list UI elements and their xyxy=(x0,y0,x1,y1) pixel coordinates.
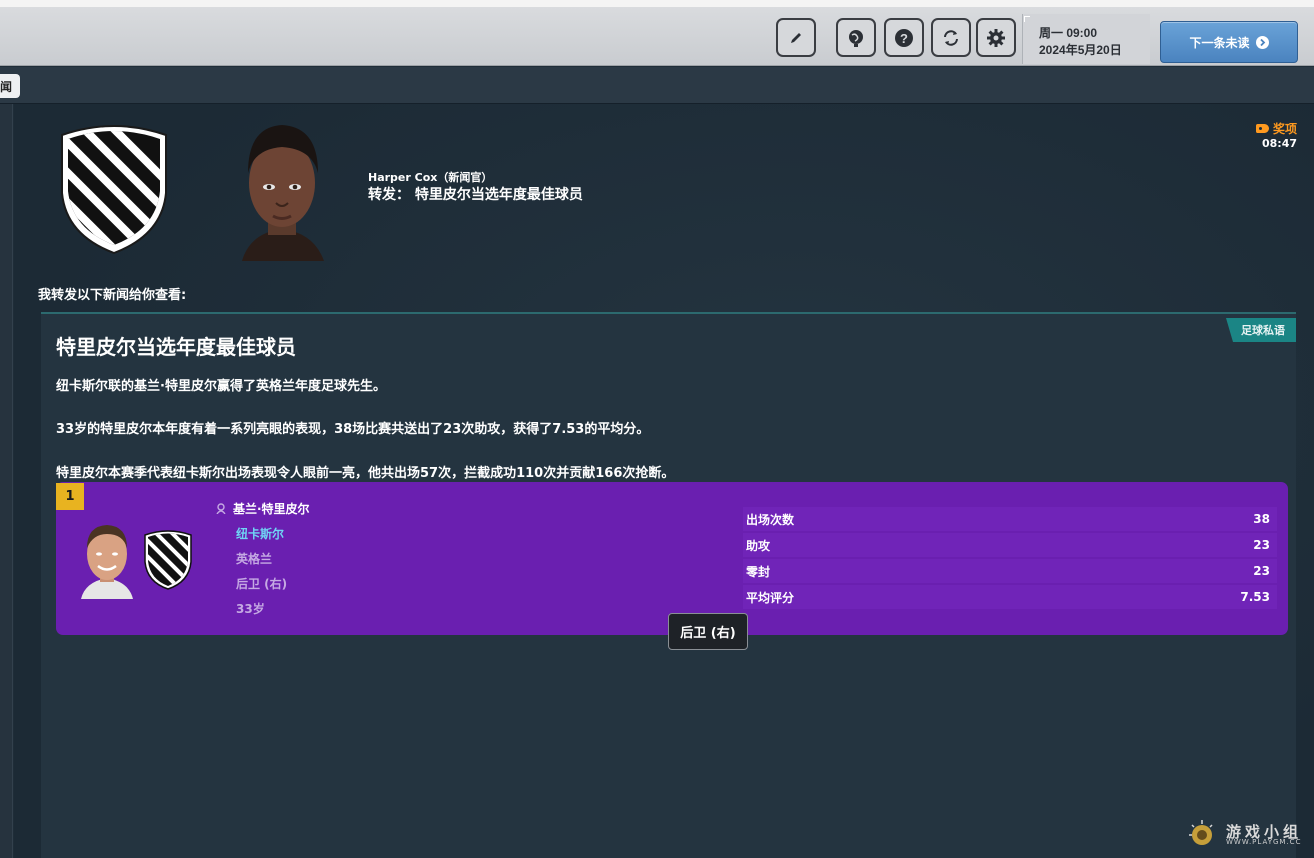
edit-button[interactable] xyxy=(776,18,816,57)
position-tooltip: 后卫 (右) xyxy=(668,613,748,650)
message-subject: 转发： 特里皮尔当选年度最佳球员 xyxy=(368,187,583,203)
site-watermark: 游戏小组 WWW.PLAYGM.CC xyxy=(1186,818,1304,852)
settings-button[interactable] xyxy=(976,18,1016,57)
watermark-logo-icon xyxy=(1189,820,1213,845)
player-nation[interactable]: 英格兰 xyxy=(236,550,272,567)
awards-category[interactable]: 奖项 xyxy=(1255,120,1297,137)
player-club-badge-icon xyxy=(144,530,192,590)
arrow-right-icon xyxy=(1255,35,1269,49)
article-source-tag: 足球私语 xyxy=(1226,318,1296,342)
refresh-icon xyxy=(944,29,958,46)
stat-label: 零封 xyxy=(746,564,771,579)
club-badge-icon xyxy=(61,125,167,255)
watermark-url: WWW.PLAYGM.CC xyxy=(1226,838,1302,846)
article-paragraph-3: 特里皮尔本赛季代表纽卡斯尔出场表现令人眼前一亮，他共出场57次，拦截成功110次… xyxy=(56,466,675,481)
next-unread-label: 下一条未读 xyxy=(1189,35,1250,50)
player-name-text: 基兰·特里皮尔 xyxy=(233,502,310,516)
stat-value: 23 xyxy=(1253,538,1270,552)
gear-icon xyxy=(987,28,1005,47)
stat-row-clean-sheets: 零封 23 xyxy=(743,559,1277,583)
press-officer-portrait xyxy=(242,125,324,261)
stat-value: 23 xyxy=(1253,564,1270,578)
stat-label: 平均评分 xyxy=(746,590,795,605)
stat-value: 38 xyxy=(1253,512,1270,526)
stat-label: 出场次数 xyxy=(746,512,795,527)
article-paragraph-2: 33岁的特里皮尔本年度有着一系列亮眼的表现，38场比赛共送出了23次助攻，获得了… xyxy=(56,422,650,437)
next-unread-button[interactable]: 下一条未读 xyxy=(1160,21,1298,63)
window-top-strip xyxy=(0,0,1314,7)
svg-text:?: ? xyxy=(900,31,908,46)
pencil-icon xyxy=(791,32,801,43)
globe-icon xyxy=(849,29,863,47)
player-club-link[interactable]: 纽卡斯尔 xyxy=(236,525,284,542)
awards-label: 奖项 xyxy=(1272,122,1297,136)
article-headline: 特里皮尔当选年度最佳球员 xyxy=(56,335,296,359)
player-age: 33岁 xyxy=(236,602,265,616)
tab-news[interactable]: 闻 xyxy=(0,74,20,98)
article-paragraph-1: 纽卡斯尔联的基兰·特里皮尔赢得了英格兰年度足球先生。 xyxy=(56,379,386,394)
globe-button[interactable] xyxy=(836,18,876,57)
date-full: 2024年5月20日 xyxy=(1039,43,1122,57)
game-date-display[interactable]: 周一 09:00 2024年5月20日 xyxy=(1022,14,1150,64)
forward-intro: 我转发以下新闻给你查看: xyxy=(38,288,187,303)
stat-label: 助攻 xyxy=(746,538,771,553)
tag-icon xyxy=(1255,124,1269,133)
stat-row-appearances: 出场次数 38 xyxy=(743,507,1277,531)
person-icon xyxy=(216,503,226,514)
stat-value: 7.53 xyxy=(1240,590,1270,604)
award-rank-badge: 1 xyxy=(56,483,84,510)
top-toolbar: ? 周一 09:00 2024年5月20日 下一条未读 xyxy=(0,7,1314,66)
player-position[interactable]: 后卫 (右) xyxy=(236,575,287,592)
help-icon: ? xyxy=(895,28,913,47)
date-weekday-time: 周一 09:00 xyxy=(1039,26,1098,40)
player-name[interactable]: 基兰·特里皮尔 xyxy=(216,500,310,517)
message-sender[interactable]: Harper Cox（新闻官） xyxy=(368,169,492,185)
left-sidebar-edge xyxy=(0,104,13,858)
stat-row-assists: 助攻 23 xyxy=(743,533,1277,557)
refresh-button[interactable] xyxy=(931,18,971,57)
stat-row-average-rating: 平均评分 7.53 xyxy=(743,585,1277,609)
help-button[interactable]: ? xyxy=(884,18,924,57)
tab-bar: 闻 xyxy=(0,67,1314,104)
player-stats-table: 出场次数 38 助攻 23 零封 23 平均评分 7.53 xyxy=(743,507,1277,611)
message-time: 08:47 xyxy=(1261,137,1297,150)
player-face-photo xyxy=(79,522,135,599)
